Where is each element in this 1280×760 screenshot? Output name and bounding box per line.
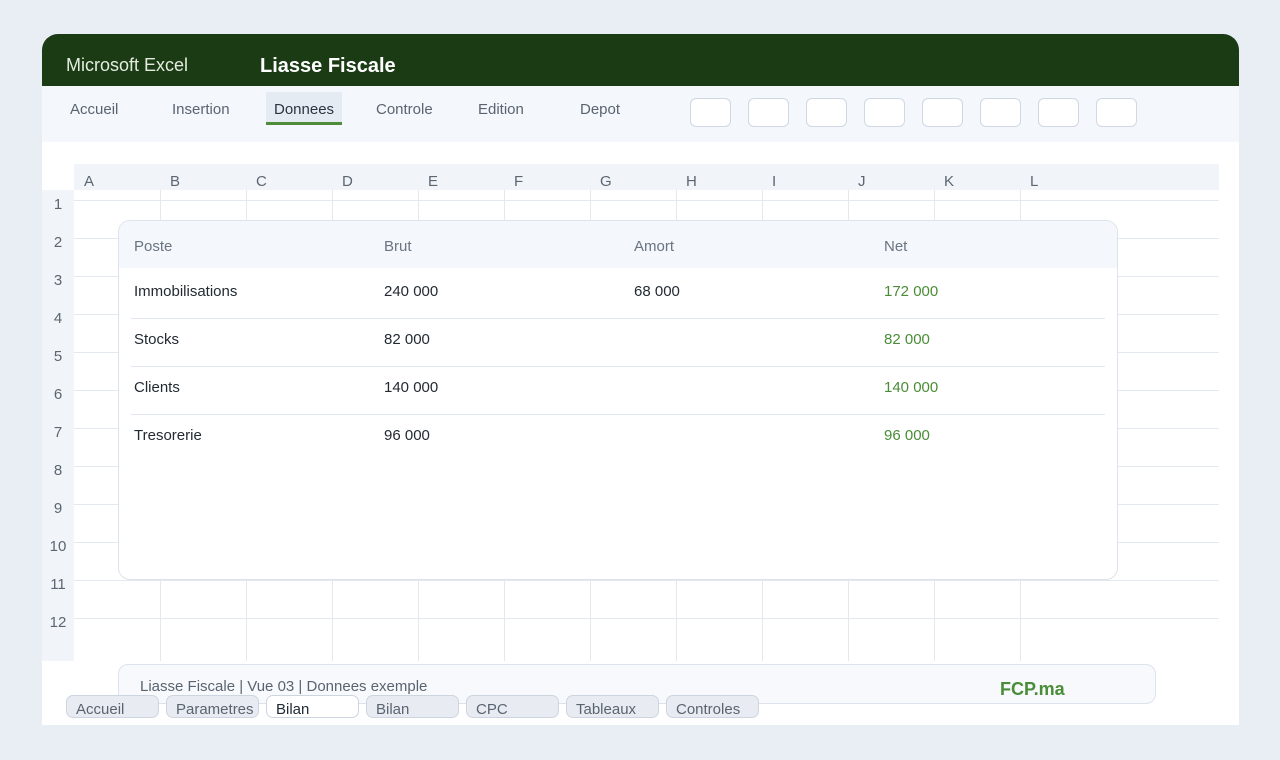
row-header-8[interactable]: 8 xyxy=(42,462,74,479)
column-header-a[interactable]: A xyxy=(84,173,94,190)
ribbon-button-6[interactable] xyxy=(980,98,1021,127)
cell-brut: 82 000 xyxy=(384,331,430,348)
row-header-bar: 1 2 3 4 5 6 7 8 9 10 11 12 xyxy=(42,190,74,661)
row-header-5[interactable]: 5 xyxy=(42,348,74,365)
cell-poste: Tresorerie xyxy=(134,427,202,444)
cell-amort: 68 000 xyxy=(634,283,680,300)
brand-logo: FCP.ma xyxy=(1000,679,1065,699)
bilan-data-panel: Poste Brut Amort Net Immobilisations 240… xyxy=(118,220,1118,580)
ribbon-tab-donnees[interactable]: Donnees xyxy=(266,92,343,125)
sheet-tab-tableaux[interactable]: Tableaux xyxy=(566,695,659,718)
ribbon-button-3[interactable] xyxy=(806,98,847,127)
table-row[interactable]: Immobilisations 240 000 68 000 172 000 xyxy=(131,270,1105,319)
row-header-7[interactable]: 7 xyxy=(42,424,74,441)
column-header-bar: A B C D E F G H I J K L xyxy=(74,164,1219,190)
row-header-4[interactable]: 4 xyxy=(42,310,74,327)
cell-brut: 96 000 xyxy=(384,427,430,444)
ribbon-button-4[interactable] xyxy=(864,98,905,127)
column-header-brut[interactable]: Brut xyxy=(384,238,412,255)
column-header-j[interactable]: J xyxy=(858,173,866,190)
column-header-d[interactable]: D xyxy=(342,173,353,190)
cell-poste: Clients xyxy=(134,379,180,396)
ribbon-tab-edition[interactable]: Edition xyxy=(478,92,524,122)
column-header-net[interactable]: Net xyxy=(884,238,907,255)
cell-brut: 240 000 xyxy=(384,283,439,300)
row-header-10[interactable]: 10 xyxy=(42,538,74,555)
ribbon: Accueil Insertion Donnees Controle Editi… xyxy=(42,86,1239,142)
column-header-b[interactable]: B xyxy=(170,173,180,190)
ribbon-tab-controle[interactable]: Controle xyxy=(376,92,433,122)
row-header-3[interactable]: 3 xyxy=(42,272,74,289)
row-header-1[interactable]: 1 xyxy=(42,196,74,213)
table-header: Poste Brut Amort Net xyxy=(119,221,1117,268)
column-header-g[interactable]: G xyxy=(600,173,612,190)
grid-line xyxy=(74,580,1219,581)
document-title: Liasse Fiscale xyxy=(260,55,396,77)
ribbon-button-1[interactable] xyxy=(690,98,731,127)
row-header-2[interactable]: 2 xyxy=(42,234,74,251)
column-header-e[interactable]: E xyxy=(428,173,438,190)
cell-net: 82 000 xyxy=(884,331,930,348)
cell-poste: Stocks xyxy=(134,331,180,348)
table-row[interactable]: Tresorerie 96 000 96 000 xyxy=(131,414,1105,462)
column-header-i[interactable]: I xyxy=(772,173,776,190)
table-row[interactable]: Stocks 82 000 82 000 xyxy=(131,318,1105,367)
column-header-k[interactable]: K xyxy=(944,173,954,190)
cell-brut: 140 000 xyxy=(384,379,439,396)
row-header-9[interactable]: 9 xyxy=(42,500,74,517)
grid-line xyxy=(74,200,1219,201)
ribbon-button-2[interactable] xyxy=(748,98,789,127)
cell-net: 96 000 xyxy=(884,427,930,444)
ribbon-tab-insertion[interactable]: Insertion xyxy=(172,92,230,122)
cell-net: 172 000 xyxy=(884,283,939,300)
title-bar: Microsoft Excel Liasse Fiscale xyxy=(42,34,1239,86)
cell-net: 140 000 xyxy=(884,379,939,396)
ribbon-button-8[interactable] xyxy=(1096,98,1137,127)
row-header-6[interactable]: 6 xyxy=(42,386,74,403)
status-text: Liasse Fiscale | Vue 03 | Donnees exempl… xyxy=(140,678,428,695)
table-row[interactable]: Clients 140 000 140 000 xyxy=(131,366,1105,415)
ribbon-tab-depot[interactable]: Depot xyxy=(580,92,620,122)
column-header-c[interactable]: C xyxy=(256,173,267,190)
column-header-h[interactable]: H xyxy=(686,173,697,190)
cell-poste: Immobilisations xyxy=(134,283,238,300)
column-header-poste[interactable]: Poste xyxy=(134,238,172,255)
sheet-tab-controles[interactable]: Controles xyxy=(666,695,759,718)
column-header-l[interactable]: L xyxy=(1030,173,1038,190)
sheet-tab-bilan-2[interactable]: Bilan xyxy=(366,695,459,718)
column-header-amort[interactable]: Amort xyxy=(634,238,674,255)
grid-line xyxy=(74,618,1219,619)
row-header-11[interactable]: 11 xyxy=(42,576,74,593)
sheet-tab-bilan[interactable]: Bilan xyxy=(266,695,359,718)
ribbon-tab-accueil[interactable]: Accueil xyxy=(70,92,118,122)
sheet-tab-accueil[interactable]: Accueil xyxy=(66,695,159,718)
ribbon-button-7[interactable] xyxy=(1038,98,1079,127)
column-header-f[interactable]: F xyxy=(514,173,523,190)
row-header-12[interactable]: 12 xyxy=(42,614,74,631)
sheet-tab-parametres[interactable]: Parametres xyxy=(166,695,259,718)
app-name: Microsoft Excel xyxy=(66,55,189,75)
ribbon-button-5[interactable] xyxy=(922,98,963,127)
sheet-tab-cpc[interactable]: CPC xyxy=(466,695,559,718)
excel-window: Microsoft Excel Liasse Fiscale Accueil I… xyxy=(42,34,1239,725)
